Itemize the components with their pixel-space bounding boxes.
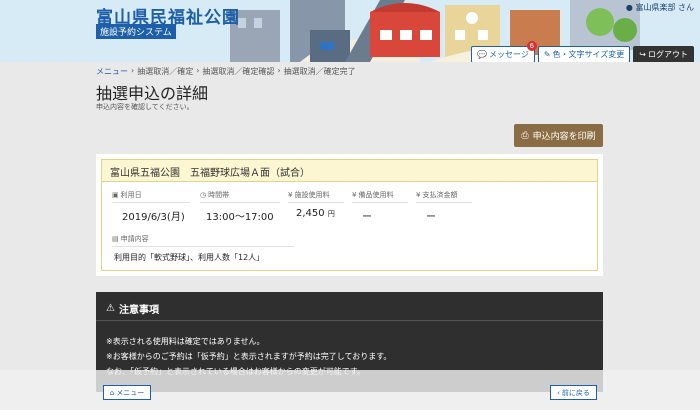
content-value: 利用目的「軟式野球」、利用人数「12人」 (114, 253, 265, 262)
payment-field: ¥ 支払済金額 ー (416, 190, 472, 223)
home-icon: ⌂ (109, 388, 115, 397)
site-header: 富山県民福祉公園 施設予約システム ● 富山県楽部 さん 💬 メッセージ 6 ✎… (0, 0, 700, 62)
chat-icon: 💬 (477, 50, 487, 59)
divider (200, 202, 280, 203)
facility-name: 富山県五福公園 (110, 168, 180, 179)
logout-icon: ↪ (639, 50, 646, 59)
clock-icon: ◷ (200, 191, 207, 199)
notes-line: ※お客様からのご予約は「仮予約」と表示されますが予約は完了しております。 (106, 352, 392, 361)
site-subtitle: 施設予約システム (96, 24, 176, 39)
breadcrumb-item: 抽選取消／確定確認 (202, 67, 275, 76)
yen-icon: ¥ (288, 191, 293, 199)
facility-fee-value: 2,450 円 (296, 208, 335, 219)
content-field: ▤ 申請内容 利用目的「軟式野球」、利用人数「12人」 (112, 234, 294, 263)
chevron-left-icon: ‹ (557, 388, 560, 397)
back-button[interactable]: ‹ 前に戻る (550, 385, 597, 400)
breadcrumb: メニュー › 抽選取消／確定 › 抽選取消／確定確認 › 抽選取消／確定完了 (96, 66, 356, 77)
notes-divider (96, 320, 603, 321)
message-count-badge: 6 (526, 41, 537, 51)
breadcrumb-item: 抽選取消／確定 (137, 67, 194, 76)
breadcrumb-item: 抽選取消／確定完了 (283, 67, 356, 76)
application-detail-card: 富山県五福公園 五福野球広場Ａ面（試合） ▣ 利用日 2019/6/3(月) ◷ 時… (96, 154, 603, 276)
notes-title: 注意事項 (118, 305, 159, 316)
page-title: 抽選申込の詳細 (96, 84, 209, 103)
date-field: ▣ 利用日 2019/6/3(月) (112, 190, 190, 223)
page-description: 申込内容を確認してください。 (96, 103, 194, 111)
yen-icon: ¥ (416, 191, 421, 199)
divider (112, 246, 294, 247)
user-icon: ● (625, 3, 633, 12)
facility-fee-field: ¥ 施設使用料 2,450 円 (288, 190, 344, 219)
yen-icon: ¥ (352, 191, 357, 199)
divider (112, 202, 190, 203)
notes-header: ⚠ 注意事項 (96, 292, 603, 316)
color-size-button[interactable]: ✎ 色・文字サイズ変更 (537, 46, 631, 62)
divider (288, 202, 344, 203)
user-name: 富山県楽部 さん (635, 3, 694, 12)
room-name: 五福野球広場Ａ面（試合） (190, 168, 310, 179)
date-value: 2019/6/3(月) (122, 212, 185, 223)
divider (416, 202, 472, 203)
calendar-icon: ▣ (112, 191, 119, 199)
equipment-fee-value: ー (362, 212, 372, 223)
facility-header: 富山県五福公園 五福野球広場Ａ面（試合） (102, 160, 597, 182)
message-button[interactable]: 💬 メッセージ 6 (471, 41, 537, 62)
brush-icon: ✎ (543, 50, 551, 59)
user-info: ● 富山県楽部 さん (626, 2, 694, 13)
divider (352, 202, 408, 203)
menu-button[interactable]: ⌂ メニュー (103, 385, 151, 400)
equipment-fee-field: ¥ 備品使用料 ー (352, 190, 408, 223)
time-field: ◷ 時間帯 13:00〜17:00 (200, 190, 280, 223)
breadcrumb-separator: › (131, 66, 135, 75)
payment-value: ー (426, 212, 436, 223)
document-icon: ▤ (112, 235, 119, 243)
breadcrumb-menu[interactable]: メニュー (96, 66, 128, 77)
detail-frame: 富山県五福公園 五福野球広場Ａ面（試合） ▣ 利用日 2019/6/3(月) ◷ 時… (101, 159, 598, 271)
logout-button[interactable]: ↪ ログアウト (633, 46, 694, 62)
header-buttons: 💬 メッセージ 6 ✎ 色・文字サイズ変更 ↪ ログアウト (471, 41, 694, 62)
notes-line: ※表示される使用料は確定ではありません。 (106, 337, 265, 346)
warning-icon: ⚠ (106, 303, 115, 314)
printer-icon: ⎙ (521, 130, 529, 141)
time-value: 13:00〜17:00 (206, 212, 274, 223)
breadcrumb-separator: › (277, 66, 281, 75)
print-button[interactable]: ⎙ 申込内容を印刷 (514, 124, 603, 147)
breadcrumb-separator: › (196, 66, 200, 75)
